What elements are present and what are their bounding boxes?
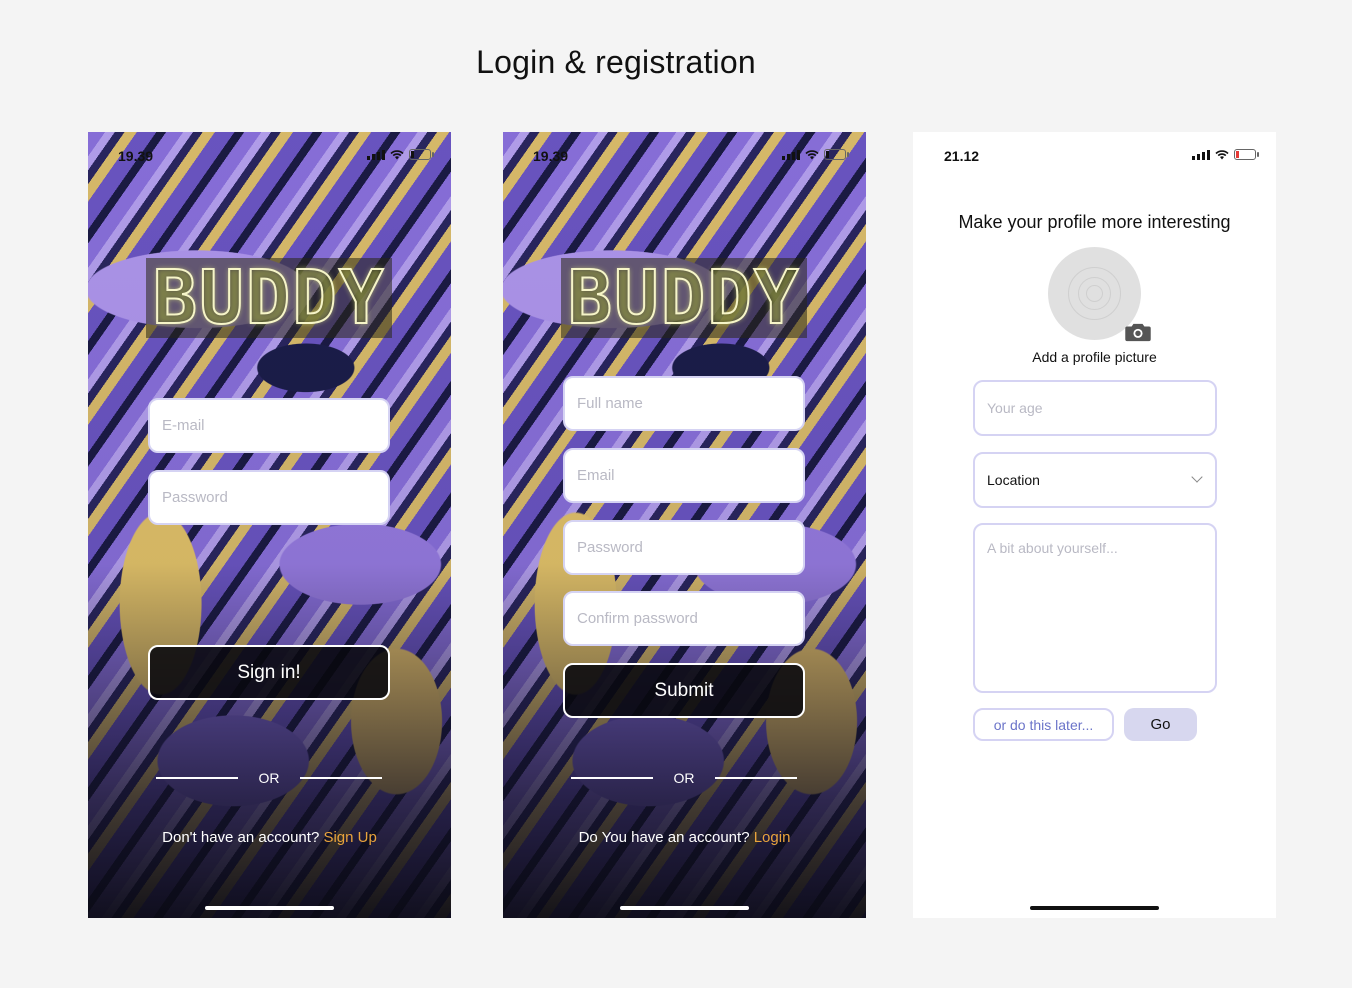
signal-icon (782, 149, 800, 160)
home-indicator (620, 906, 749, 910)
chevron-down-icon (1191, 471, 1203, 483)
sign-up-link[interactable]: Sign Up (323, 829, 376, 846)
add-profile-picture-label: Add a profile picture (1032, 349, 1157, 365)
status-icons (367, 149, 434, 160)
location-select[interactable]: Location (973, 452, 1217, 508)
login-prompt: Do You have an account? Login (578, 829, 791, 846)
confirm-password-field[interactable]: Confirm password (563, 591, 805, 646)
profile-screen: 21.12 Make your profile more interesting… (913, 132, 1276, 918)
page-title: Login & registration (476, 44, 756, 80)
profile-heading: Make your profile more interesting (958, 212, 1231, 232)
home-indicator (1030, 906, 1159, 910)
signal-icon (367, 149, 385, 160)
signal-icon (1192, 149, 1210, 160)
buddy-logo: BUDDY (561, 254, 807, 342)
wifi-icon (1215, 149, 1229, 159)
login-screen: 19.39 BUDDY E-mail Password Sign in! OR … (88, 132, 451, 918)
battery-icon (824, 149, 849, 160)
battery-icon (409, 149, 434, 160)
camera-icon[interactable] (1123, 322, 1153, 342)
status-time: 19.39 (533, 148, 569, 164)
login-link[interactable]: Login (754, 829, 791, 846)
go-button[interactable]: Go (1124, 708, 1197, 741)
email-field[interactable]: Email (563, 448, 805, 503)
home-indicator (205, 906, 334, 910)
wifi-icon (805, 149, 819, 159)
or-divider: OR (571, 770, 797, 786)
or-divider: OR (156, 770, 382, 786)
signup-screen: 19.39 BUDDY Full name Email Password Con… (503, 132, 866, 918)
status-icons (782, 149, 849, 160)
wifi-icon (390, 149, 404, 159)
signup-prompt: Don't have an account? Sign Up (162, 829, 377, 846)
password-field[interactable]: Password (148, 470, 390, 525)
status-time: 21.12 (944, 148, 980, 164)
submit-button[interactable]: Submit (563, 663, 805, 718)
buddy-logo: BUDDY (146, 254, 392, 342)
password-field[interactable]: Password (563, 520, 805, 575)
battery-icon (1234, 149, 1259, 160)
do-later-button[interactable]: or do this later... (973, 708, 1114, 741)
age-field[interactable]: Your age (973, 380, 1217, 436)
sign-in-button[interactable]: Sign in! (148, 645, 390, 700)
full-name-field[interactable]: Full name (563, 376, 805, 431)
about-textarea[interactable]: A bit about yourself... (973, 523, 1217, 693)
email-field[interactable]: E-mail (148, 398, 390, 453)
status-icons (1192, 149, 1259, 160)
status-time: 19.39 (118, 148, 154, 164)
